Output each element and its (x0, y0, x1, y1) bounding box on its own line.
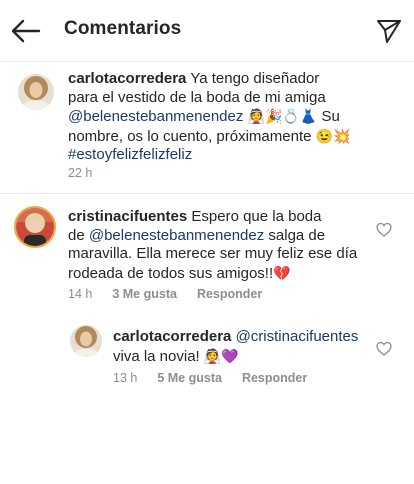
username[interactable]: cristinacifuentes (68, 208, 187, 225)
caption-text: Su (321, 108, 340, 125)
timestamp: 13 h (113, 371, 138, 385)
comment-text: viva la novia! (113, 347, 200, 365)
heart-outline-icon[interactable] (376, 222, 392, 238)
heart-outline-icon[interactable] (376, 341, 392, 357)
back-arrow-icon[interactable] (10, 16, 42, 46)
comment-text: Espero que la boda (191, 208, 322, 225)
reply-button[interactable]: Responder (242, 371, 307, 385)
username[interactable]: carlotacorredera (68, 70, 186, 87)
mention-link[interactable]: @cristinacifuentes (236, 328, 359, 345)
timestamp: 14 h (68, 287, 93, 301)
mention-link[interactable]: @belenestebanmenendez (89, 227, 264, 244)
avatar[interactable] (18, 74, 54, 110)
avatar[interactable] (70, 325, 102, 357)
username[interactable]: carlotacorredera (113, 328, 231, 345)
caption-text: Ya tengo diseñador (190, 70, 320, 87)
likes-count[interactable]: 3 Me gusta (112, 287, 177, 301)
emoji-group: 👰🎉💍👗 (247, 108, 318, 124)
emoji-group: 😉💥 (315, 127, 351, 144)
paper-plane-icon[interactable] (376, 18, 402, 44)
timestamp: 22 h (68, 166, 93, 180)
emoji-group: 💔 (273, 264, 291, 281)
comment-text: salga de (268, 226, 326, 244)
comment-text: maravilla. Ella merece ser muy feliz ese… (68, 245, 358, 262)
reply-button[interactable]: Responder (197, 287, 262, 301)
caption-text: nombre, os lo cuento, próximamente (68, 127, 312, 145)
comment-text: de (68, 226, 85, 244)
mention-link[interactable]: @belenestebanmenendez (68, 108, 243, 125)
hashtag-link[interactable]: #estoyfelizfelizfeliz (68, 146, 192, 163)
emoji-group: 👰💜 (203, 347, 239, 364)
comment-text: rodeada de todos sus amigos!! (68, 264, 274, 282)
avatar[interactable] (14, 206, 56, 248)
post-caption: carlotacorredera Ya tengo diseñador para… (0, 62, 414, 194)
likes-count[interactable]: 5 Me gusta (157, 371, 222, 385)
caption-text: para el vestido de la boda de mi amiga (68, 88, 326, 106)
header-bar: Comentarios (0, 0, 414, 62)
page-title: Comentarios (64, 18, 182, 39)
